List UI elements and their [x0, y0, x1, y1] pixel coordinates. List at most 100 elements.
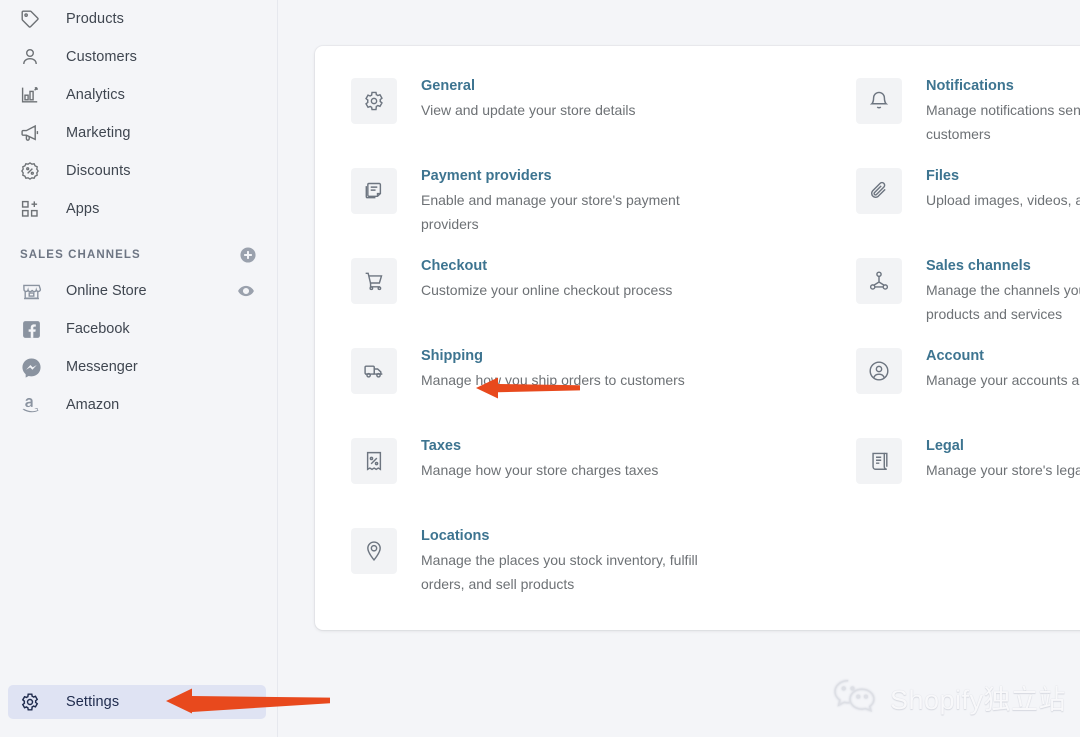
setting-text: Files Upload images, videos, and documen… — [926, 164, 1080, 212]
sidebar-item-products[interactable]: Products — [8, 0, 269, 38]
sidebar-item-messenger[interactable]: Messenger — [8, 348, 269, 386]
sidebar-item-label: Analytics — [66, 87, 125, 103]
sidebar-item-customers[interactable]: Customers — [8, 38, 269, 76]
setting-text: Account Manage your accounts and permiss… — [926, 344, 1080, 392]
setting-description: Manage how your store charges taxes — [421, 462, 659, 478]
sidebar-item-label: Apps — [66, 201, 100, 217]
setting-description: Manage the channels you use to sell your… — [926, 282, 1080, 322]
setting-title-link[interactable]: Taxes — [421, 436, 461, 456]
setting-title-link[interactable]: Checkout — [421, 256, 487, 276]
settings-card: General View and update your store detai… — [315, 46, 1080, 630]
gear-icon — [351, 78, 397, 124]
sidebar-item-label: Online Store — [66, 283, 147, 299]
sidebar-item-label: Marketing — [66, 125, 131, 141]
sidebar-item-apps[interactable]: Apps — [8, 190, 269, 228]
setting-files[interactable]: Files Upload images, videos, and documen… — [856, 164, 1080, 238]
setting-sales-channels[interactable]: Sales channels Manage the channels you u… — [856, 254, 1080, 328]
sidebar-item-settings[interactable]: Settings — [8, 685, 266, 719]
main-content: General View and update your store detai… — [278, 0, 1080, 737]
bar-chart-icon — [20, 85, 40, 105]
gear-icon — [20, 692, 40, 712]
facebook-icon — [20, 318, 42, 340]
setting-title-link[interactable]: Locations — [421, 526, 489, 546]
sidebar-item-amazon[interactable]: Amazon — [8, 386, 269, 424]
shopping-cart-icon — [351, 258, 397, 304]
account-circle-icon — [856, 348, 902, 394]
setting-title-link[interactable]: Payment providers — [421, 166, 552, 186]
setting-payment-providers[interactable]: Payment providers Enable and manage your… — [351, 164, 794, 238]
amazon-icon — [20, 394, 42, 416]
setting-general[interactable]: General View and update your store detai… — [351, 74, 794, 148]
setting-title-link[interactable]: Sales channels — [926, 256, 1031, 276]
setting-account[interactable]: Account Manage your accounts and permiss… — [856, 344, 1080, 418]
location-pin-icon — [351, 528, 397, 574]
messenger-icon — [20, 356, 42, 378]
setting-description: Manage notifications sent to you and you… — [926, 102, 1080, 142]
sidebar-item-label: Products — [66, 11, 125, 27]
settings-grid: General View and update your store detai… — [315, 46, 1080, 614]
sidebar-item-label: Settings — [66, 694, 120, 710]
setting-text: Locations Manage the places you stock in… — [421, 524, 711, 596]
setting-text: Taxes Manage how your store charges taxe… — [421, 434, 658, 482]
sidebar-item-label: Discounts — [66, 163, 131, 179]
sidebar-item-label: Messenger — [66, 359, 138, 375]
sidebar-item-discounts[interactable]: Discounts — [8, 152, 269, 190]
setting-text: Shipping Manage how you ship orders to c… — [421, 344, 685, 392]
setting-description: Enable and manage your store's payment p… — [421, 192, 680, 232]
sidebar-item-label: Customers — [66, 49, 137, 65]
setting-text: Sales channels Manage the channels you u… — [926, 254, 1080, 326]
bell-icon — [856, 78, 902, 124]
sidebar-item-label: Amazon — [66, 397, 120, 413]
sales-channels-header: SALES CHANNELS — [20, 244, 257, 266]
setting-text: Payment providers Enable and manage your… — [421, 164, 711, 236]
storefront-icon — [20, 280, 42, 302]
setting-legal[interactable]: Legal Manage your store's legal pages — [856, 434, 1080, 508]
setting-shipping[interactable]: Shipping Manage how you ship orders to c… — [351, 344, 794, 418]
setting-text: Notifications Manage notifications sent … — [926, 74, 1080, 146]
eye-icon[interactable] — [237, 282, 255, 300]
setting-description: Manage how you ship orders to customers — [421, 372, 685, 388]
setting-title-link[interactable]: Account — [926, 346, 984, 366]
setting-title-link[interactable]: Files — [926, 166, 959, 186]
wechat-icon — [832, 677, 878, 717]
sidebar-item-label: Facebook — [66, 321, 130, 337]
setting-description: Manage your store's legal pages — [926, 462, 1080, 478]
apps-grid-plus-icon — [20, 199, 40, 219]
setting-description: View and update your store details — [421, 102, 636, 118]
setting-title-link[interactable]: Notifications — [926, 76, 1014, 96]
megaphone-icon — [20, 123, 40, 143]
sales-channels-list: Online Store Facebook Messenger Amazon — [0, 272, 277, 424]
setting-notifications[interactable]: Notifications Manage notifications sent … — [856, 74, 1080, 148]
watermark: Shopify独立站 — [832, 677, 1066, 717]
setting-title-link[interactable]: Shipping — [421, 346, 483, 366]
setting-description: Manage the places you stock inventory, f… — [421, 552, 698, 592]
channels-network-icon — [856, 258, 902, 304]
setting-text: Checkout Customize your online checkout … — [421, 254, 672, 302]
sales-channels-title: SALES CHANNELS — [20, 249, 141, 261]
circle-plus-icon[interactable] — [239, 246, 257, 264]
setting-description: Customize your online checkout process — [421, 282, 673, 298]
setting-description: Upload images, videos, and documents — [926, 192, 1080, 208]
settings-left-column: General View and update your store detai… — [351, 74, 794, 614]
setting-checkout[interactable]: Checkout Customize your online checkout … — [351, 254, 794, 328]
sidebar-item-marketing[interactable]: Marketing — [8, 114, 269, 152]
person-icon — [20, 47, 40, 67]
watermark-text: Shopify独立站 — [889, 684, 1066, 715]
setting-text: General View and update your store detai… — [421, 74, 636, 122]
setting-locations[interactable]: Locations Manage the places you stock in… — [351, 524, 794, 598]
payment-card-icon — [351, 168, 397, 214]
setting-title-link[interactable]: General — [421, 76, 475, 96]
tag-icon — [20, 9, 40, 29]
tax-receipt-icon — [351, 438, 397, 484]
legal-scroll-icon — [856, 438, 902, 484]
paperclip-icon — [856, 168, 902, 214]
sidebar-item-analytics[interactable]: Analytics — [8, 76, 269, 114]
settings-right-column: Notifications Manage notifications sent … — [856, 74, 1080, 614]
setting-taxes[interactable]: Taxes Manage how your store charges taxe… — [351, 434, 794, 508]
setting-description: Manage your accounts and permissions — [926, 372, 1080, 388]
sidebar-item-facebook[interactable]: Facebook — [8, 310, 269, 348]
sidebar-item-online-store[interactable]: Online Store — [8, 272, 269, 310]
setting-title-link[interactable]: Legal — [926, 436, 964, 456]
app-root: Products Customers Analytics Marketing D… — [0, 0, 1080, 737]
delivery-truck-icon — [351, 348, 397, 394]
